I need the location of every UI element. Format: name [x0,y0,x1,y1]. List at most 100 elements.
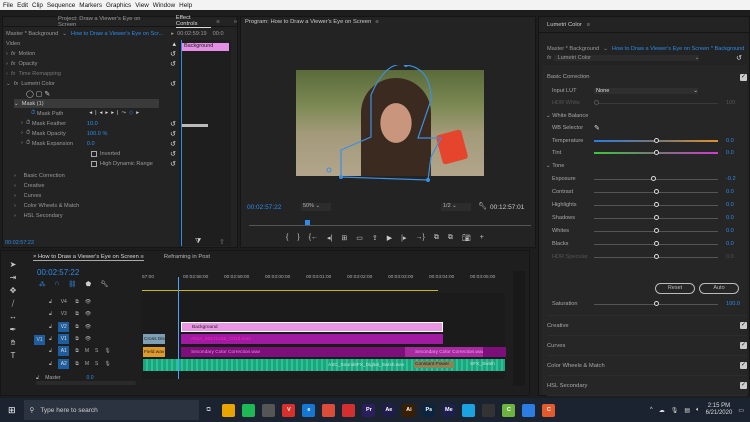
section-curves[interactable]: Curves ✓ [547,335,747,355]
wrench-icon[interactable]: 🔧︎ [100,280,108,288]
expand-icon[interactable]: › [14,203,24,209]
hand-tool-icon[interactable]: ✋︎ [8,338,18,348]
slider-value[interactable]: 0.0 [726,150,734,156]
reset-icon[interactable]: ↺ [170,50,176,58]
settings-wrench-icon[interactable]: 🔧︎ [478,202,487,210]
slider-knob[interactable] [653,202,659,207]
lumetri-section-row[interactable]: › Color Wheels & Match [14,201,79,210]
pen-tool-icon[interactable]: ✒ [8,325,18,335]
timeline-zoom-scrollbar[interactable] [36,381,136,385]
filter-icon[interactable]: ⧩ [195,238,201,246]
slider-track[interactable] [594,254,718,259]
sync-icon[interactable]: ⧉ [75,324,79,330]
pen-mask-icon[interactable]: ✎ [44,90,50,98]
time-ruler[interactable]: 57:00 00:02:58:00 00:02:59:00 00:03:00:00 00… [142,275,502,289]
slider-value[interactable]: 0.0 [726,189,734,195]
slider-knob[interactable] [653,137,659,143]
lock-icon[interactable]: 🔓︎ [49,361,52,367]
program-scrubber[interactable] [249,220,531,226]
camera-icon[interactable]: 📷︎ [462,234,471,242]
slider-knob[interactable] [651,176,657,181]
slider-track[interactable] [594,189,718,194]
add-button-icon[interactable]: + [480,234,484,242]
input-lut-select[interactable]: None ⌄ [594,88,698,94]
clock[interactable]: 2:15 PM 6/21/2020 [706,403,733,417]
slider-value[interactable]: 0.0 [726,241,734,247]
sync-icon[interactable]: ⧉ [75,336,79,342]
tab-project[interactable]: Project: Draw a Viewer's Eye on Screen [58,16,154,28]
track-target[interactable]: V3 [58,309,69,319]
play-icon[interactable]: ▸ [171,31,174,37]
clip-left-audio[interactable]: Field.wav [143,347,165,357]
taskbar-app-icon[interactable] [262,403,276,417]
tab-sequence[interactable]: × How to Draw a Viewer's Eye on Screen ≡ [33,254,144,261]
slider-value[interactable]: 0.0 [726,254,734,260]
taskbar-app-icon[interactable] [522,403,536,417]
menu-markers[interactable]: Markers [79,2,102,9]
razor-tool-icon[interactable]: ⧸ [8,299,18,309]
effect-time-remapping[interactable]: › fx Time Remapping [6,69,176,78]
mark-in-icon[interactable]: { [286,234,288,242]
effect-lumetri[interactable]: ⌄ fx Lumetri Color ↺ [6,79,176,88]
mic-icon[interactable]: 🎙︎ [104,361,110,367]
enable-checkbox[interactable]: ✓ [740,342,747,349]
menu-window[interactable]: Window [153,2,175,9]
eye-icon[interactable]: 👁︎ [85,311,91,317]
section-color-wheels-match[interactable]: Color Wheels & Match ✓ [547,355,747,375]
menu-edit[interactable]: Edit [17,2,28,9]
go-to-out-icon[interactable]: →} [415,234,424,242]
ripple-edit-tool-icon[interactable]: ✥ [8,286,18,296]
effect-select[interactable]: Lumetri Color ⌄ [554,54,700,61]
taskbar-app-icon[interactable] [342,403,356,417]
taskbar-app-icon[interactable] [482,403,496,417]
mute-button[interactable]: M [85,348,89,354]
network-icon[interactable]: ▤ [684,407,690,414]
scroll-up-icon[interactable]: ▴ [172,40,176,48]
section-creative[interactable]: Creative ✓ [547,315,747,335]
enable-checkbox[interactable]: ✓ [740,322,747,329]
expand-icon[interactable]: › [14,183,24,189]
section-basic-correction[interactable]: Basic Correction ✓ [547,67,747,87]
insert-icon[interactable]: ⧉ [434,234,439,242]
reset-icon[interactable]: ↺ [736,54,742,62]
sync-icon[interactable]: ⧉ [75,299,79,305]
expand-icon[interactable]: › ⏱ [21,140,32,147]
menu-clip[interactable]: Clip [32,2,43,9]
slider-knob[interactable] [653,189,659,194]
menu-help[interactable]: Help [179,2,192,9]
slider-track[interactable] [594,176,718,181]
program-playhead[interactable] [305,220,311,225]
reset-icon[interactable]: ↺ [170,140,176,148]
tab-effect-controls[interactable]: Effect Controls [175,15,212,28]
type-tool-icon[interactable]: T [8,351,18,361]
track-target[interactable]: A1 [58,346,70,357]
clip-left-video[interactable]: Cross Dissol [143,334,165,344]
mask-path-overlay[interactable] [296,65,496,195]
zoom-select[interactable]: 50% ⌄ [301,203,331,211]
menu-icon[interactable]: ≡ [216,19,219,25]
reset-icon[interactable]: ↺ [170,80,176,88]
safe-margins-icon[interactable]: ▭ [356,234,363,242]
property-value[interactable]: 100.0 % [87,131,108,137]
menu-icon[interactable]: ≡ [375,19,378,25]
taskbar-app-icon[interactable]: Ai [402,403,416,417]
clip-a2-sfx[interactable]: SFX_Swish [460,361,504,368]
track-target[interactable]: V2 [58,321,70,332]
extract-icon[interactable]: ⇪ [372,234,378,242]
sequence-clip-link[interactable]: How to Draw a Viewer's Eye on Scr... [71,31,163,37]
menu-graphics[interactable]: Graphics [106,2,131,9]
chevron-down-icon[interactable]: ⌄ [603,46,608,52]
go-to-in-icon[interactable]: {← [309,234,318,242]
slider-track[interactable] [594,215,718,220]
eyedropper-icon[interactable]: ✎ [594,124,600,132]
mask-track-controls[interactable]: ◂|◂▸▸|⤳◇▸ [89,110,142,117]
section-hsl-secondary[interactable]: HSL Secondary ✓ [547,375,747,395]
tone-toggle[interactable]: ⌄ Tone [546,160,741,172]
src-v1-button[interactable]: V1 [34,335,45,345]
slider-track[interactable] [594,202,718,207]
track-target[interactable]: A2 [58,358,70,369]
resolution-select[interactable]: 1/2 ⌄ [441,203,471,211]
slider-value[interactable]: 0.0 [726,228,734,234]
lock-icon[interactable]: 🔓︎ [49,348,52,354]
eye-icon[interactable]: 👁︎ [85,336,91,342]
